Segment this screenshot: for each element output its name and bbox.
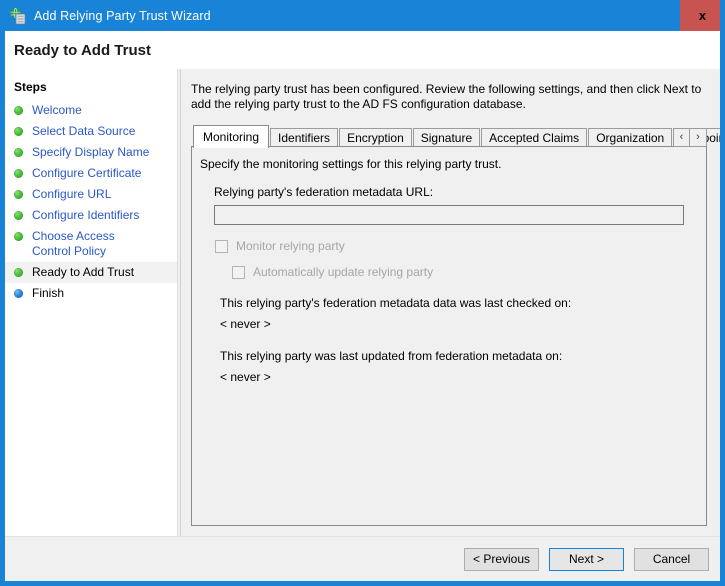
last-checked-label: This relying party's federation metadata…: [220, 296, 572, 310]
last-updated-value: < never >: [220, 370, 271, 384]
sidebar-item-label: Configure URL: [32, 187, 112, 201]
tab-identifiers[interactable]: Identifiers: [270, 128, 339, 147]
tab-organization[interactable]: Organization: [588, 128, 673, 147]
sidebar-item-configure-identifiers[interactable]: Configure Identifiers: [5, 205, 177, 226]
checkbox-unchecked-icon[interactable]: [232, 265, 245, 279]
step-bullet-green-icon: [14, 232, 23, 241]
sidebar-item-select-data-source[interactable]: Select Data Source: [5, 121, 177, 142]
page-title: Ready to Add Trust: [14, 41, 151, 59]
main-content: The relying party trust has been configu…: [184, 69, 720, 581]
step-bullet-blue-icon: [14, 289, 23, 298]
step-bullet-green-icon: [14, 106, 23, 115]
title-bar: Add Relying Party Trust Wizard x: [5, 0, 720, 31]
steps-heading: Steps: [14, 80, 47, 94]
footer-button-group: < Previous Next > Cancel: [464, 548, 709, 571]
step-bullet-green-icon: [14, 148, 23, 157]
body-area: Steps Welcome Select Data Source Specify…: [5, 69, 720, 581]
sidebar-item-configure-url[interactable]: Configure URL: [5, 184, 177, 205]
sidebar-item-finish[interactable]: Finish: [5, 283, 177, 304]
sidebar-item-label: Ready to Add Trust: [32, 265, 135, 279]
tab-signature[interactable]: Signature: [412, 128, 481, 147]
monitoring-description: Specify the monitoring settings for this…: [200, 157, 502, 171]
step-bullet-green-icon: [14, 190, 23, 199]
adfs-relying-party-icon: [9, 7, 27, 25]
page-header: Ready to Add Trust: [5, 31, 720, 69]
last-updated-label: This relying party was last updated from…: [220, 349, 563, 363]
sidebar-item-ready-to-add-trust[interactable]: Ready to Add Trust: [5, 262, 177, 283]
settings-tab-control: Monitoring Identifiers Encryption Signat…: [191, 125, 720, 526]
sidebar-item-label: Configure Identifiers: [32, 208, 140, 222]
monitor-relying-party-checkbox-row[interactable]: Monitor relying party: [215, 239, 706, 253]
tab-encryption[interactable]: Encryption: [339, 128, 412, 147]
tab-scroll-left-icon[interactable]: ‹: [673, 128, 690, 147]
sidebar-item-welcome[interactable]: Welcome: [5, 100, 177, 121]
wizard-footer: < Previous Next > Cancel: [5, 536, 720, 581]
step-bullet-green-icon: [14, 169, 23, 178]
sidebar-item-label: Specify Display Name: [32, 145, 150, 159]
previous-button[interactable]: < Previous: [464, 548, 539, 571]
tab-scroll-right-icon[interactable]: ›: [690, 128, 707, 147]
tab-accepted-claims[interactable]: Accepted Claims: [481, 128, 588, 147]
auto-update-relying-party-checkbox-row[interactable]: Automatically update relying party: [232, 265, 706, 279]
sidebar-item-label: Configure Certificate: [32, 166, 142, 180]
metadata-url-label: Relying party's federation metadata URL:: [214, 185, 434, 199]
sidebar-item-configure-certificate[interactable]: Configure Certificate: [5, 163, 177, 184]
tab-scroll-buttons: ‹ ›: [673, 128, 707, 147]
last-checked-value: < never >: [220, 317, 271, 331]
monitor-relying-party-label: Monitor relying party: [236, 239, 345, 253]
sidebar-item-label: Select Data Source: [32, 124, 136, 138]
steps-sidebar: Steps Welcome Select Data Source Specify…: [5, 69, 177, 581]
tab-monitoring[interactable]: Monitoring: [193, 125, 270, 148]
tab-strip: Monitoring Identifiers Encryption Signat…: [191, 125, 720, 148]
sidebar-item-label: Choose Access Control Policy: [32, 229, 115, 258]
auto-update-relying-party-label: Automatically update relying party: [253, 265, 434, 279]
step-bullet-green-icon: [14, 268, 23, 277]
close-icon[interactable]: x: [680, 0, 720, 31]
cancel-button[interactable]: Cancel: [634, 548, 709, 571]
step-bullet-green-icon: [14, 211, 23, 220]
wizard-window: Add Relying Party Trust Wizard x Ready t…: [0, 0, 725, 586]
metadata-url-input[interactable]: [214, 205, 684, 225]
sidebar-item-label: Finish: [32, 286, 65, 300]
next-button[interactable]: Next >: [549, 548, 624, 571]
step-bullet-green-icon: [14, 127, 23, 136]
monitoring-tab-panel: Specify the monitoring settings for this…: [191, 146, 707, 526]
intro-text: The relying party trust has been configu…: [191, 82, 702, 111]
window-title: Add Relying Party Trust Wizard: [34, 8, 211, 23]
checkbox-unchecked-icon[interactable]: [215, 239, 228, 253]
sidebar-item-label: Welcome: [32, 103, 82, 117]
sidebar-item-choose-access-control-policy[interactable]: Choose Access Control Policy: [5, 226, 177, 262]
sidebar-item-specify-display-name[interactable]: Specify Display Name: [5, 142, 177, 163]
